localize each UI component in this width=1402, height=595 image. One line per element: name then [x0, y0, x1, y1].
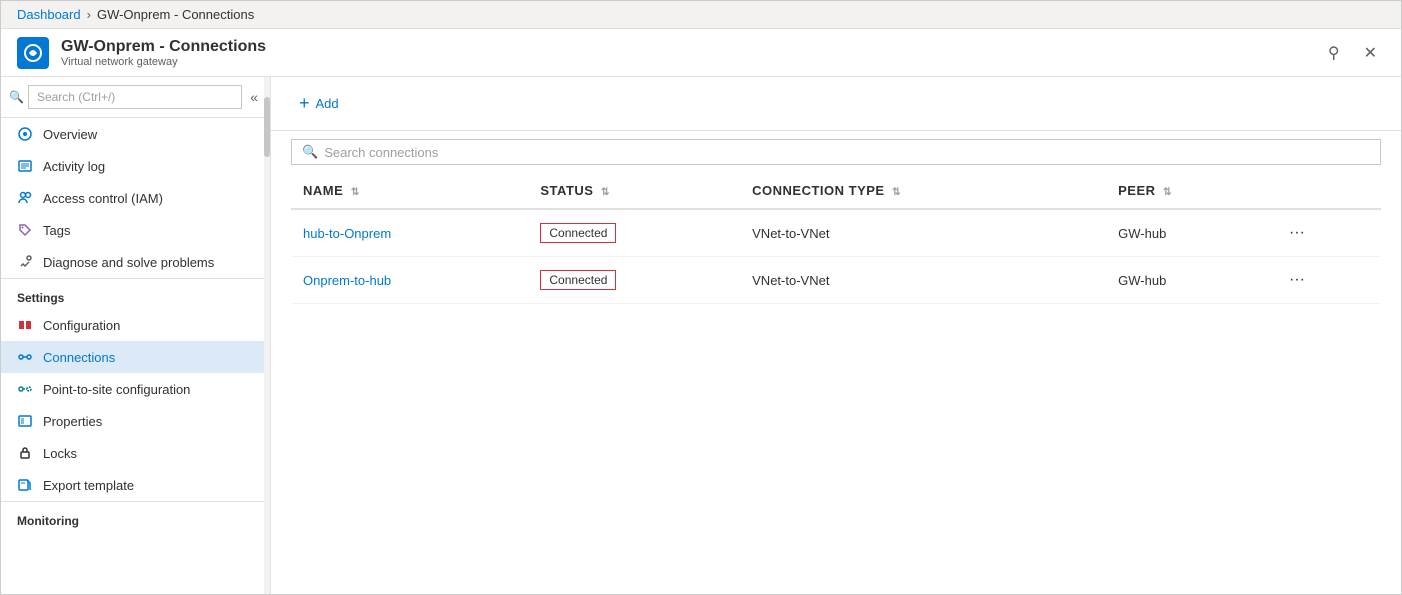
cell-more-1: ··· — [1271, 257, 1381, 304]
add-plus-icon: + — [299, 93, 310, 114]
page-subtitle: Virtual network gateway — [61, 56, 1308, 68]
sidebar-item-label-properties: Properties — [43, 414, 102, 429]
settings-section-label: Settings — [1, 278, 270, 309]
titlebar-text-block: GW-Onprem - Connections Virtual network … — [61, 38, 1308, 68]
sidebar-search-container: 🔍 « — [1, 77, 270, 118]
col-peer-sort-icon: ⇅ — [1163, 187, 1172, 198]
titlebar-actions: ⚲ ✕ — [1320, 39, 1385, 67]
sidebar-item-activity-log[interactable]: Activity log — [1, 150, 270, 182]
col-header-name[interactable]: NAME ⇅ — [291, 173, 528, 209]
col-header-status[interactable]: STATUS ⇅ — [528, 173, 740, 209]
locks-icon — [17, 445, 33, 461]
sidebar-item-locks[interactable]: Locks — [1, 437, 270, 469]
sidebar-item-export-template[interactable]: Export template — [1, 469, 270, 501]
sidebar-item-overview[interactable]: Overview — [1, 118, 270, 150]
col-header-connection-type[interactable]: CONNECTION TYPE ⇅ — [740, 173, 1106, 209]
pin-button[interactable]: ⚲ — [1320, 39, 1348, 67]
titlebar-icon — [17, 37, 49, 69]
connections-icon — [17, 349, 33, 365]
more-actions-button[interactable]: ··· — [1283, 222, 1311, 244]
sidebar-item-label-access-control: Access control (IAM) — [43, 191, 163, 206]
monitoring-section-label: Monitoring — [1, 501, 270, 532]
col-peer-label: PEER — [1118, 183, 1155, 198]
sidebar-item-label-export-template: Export template — [43, 478, 134, 493]
status-badge: Connected — [540, 270, 616, 290]
configuration-icon — [17, 317, 33, 333]
p2s-icon — [17, 381, 33, 397]
sidebar-item-connections[interactable]: Connections — [1, 341, 270, 373]
tags-icon — [17, 222, 33, 238]
connections-table-container: NAME ⇅ STATUS ⇅ CONNECTION TYPE ⇅ — [271, 173, 1401, 594]
cell-name-0[interactable]: hub-to-Onprem — [291, 209, 528, 257]
sidebar-collapse-button[interactable]: « — [246, 87, 262, 107]
sidebar-item-p2s[interactable]: Point-to-site configuration — [1, 373, 270, 405]
overview-icon — [17, 126, 33, 142]
add-button[interactable]: + Add — [291, 89, 347, 118]
page-title: GW-Onprem - Connections — [61, 38, 1308, 56]
diagnose-icon — [17, 254, 33, 270]
sidebar-search-icon: 🔍 — [9, 90, 24, 104]
col-name-label: NAME — [303, 183, 343, 198]
col-header-actions — [1271, 173, 1381, 209]
breadcrumb: Dashboard › GW-Onprem - Connections — [1, 1, 1401, 29]
sidebar-item-label-diagnose: Diagnose and solve problems — [43, 255, 214, 270]
col-status-label: STATUS — [540, 183, 593, 198]
breadcrumb-separator: › — [87, 7, 91, 22]
col-type-sort-icon: ⇅ — [892, 187, 901, 198]
col-status-sort-icon: ⇅ — [601, 187, 610, 198]
export-template-icon — [17, 477, 33, 493]
content-toolbar: + Add — [271, 77, 1401, 131]
sidebar-item-label-connections: Connections — [43, 350, 115, 365]
cell-peer-1: GW-hub — [1106, 257, 1271, 304]
properties-icon — [17, 413, 33, 429]
cell-status-1: Connected — [528, 257, 740, 304]
cell-peer-0: GW-hub — [1106, 209, 1271, 257]
cell-name-1[interactable]: Onprem-to-hub — [291, 257, 528, 304]
sidebar-scrollthumb[interactable] — [264, 97, 270, 157]
sidebar-item-label-configuration: Configuration — [43, 318, 120, 333]
sidebar-search-input[interactable] — [28, 85, 242, 109]
table-row: hub-to-Onprem Connected VNet-to-VNetGW-hub… — [291, 209, 1381, 257]
cell-type-0: VNet-to-VNet — [740, 209, 1106, 257]
more-actions-button[interactable]: ··· — [1283, 269, 1311, 291]
sidebar-item-properties[interactable]: Properties — [1, 405, 270, 437]
sidebar-item-label-overview: Overview — [43, 127, 97, 142]
col-header-peer[interactable]: PEER ⇅ — [1106, 173, 1271, 209]
connections-table: NAME ⇅ STATUS ⇅ CONNECTION TYPE ⇅ — [291, 173, 1381, 304]
breadcrumb-current: GW-Onprem - Connections — [97, 7, 254, 22]
connections-search-icon: 🔍 — [302, 144, 318, 160]
sidebar-item-label-locks: Locks — [43, 446, 77, 461]
sidebar-item-access-control[interactable]: Access control (IAM) — [1, 182, 270, 214]
sidebar-item-label-tags: Tags — [43, 223, 70, 238]
cell-type-1: VNet-to-VNet — [740, 257, 1106, 304]
sidebar-item-configuration[interactable]: Configuration — [1, 309, 270, 341]
sidebar-item-label-p2s: Point-to-site configuration — [43, 382, 190, 397]
sidebar: 🔍 « Overview Activity log — [1, 77, 271, 594]
table-row: Onprem-to-hub Connected VNet-to-VNetGW-hub… — [291, 257, 1381, 304]
col-name-sort-icon: ⇅ — [351, 187, 360, 198]
status-badge: Connected — [540, 223, 616, 243]
activity-log-icon — [17, 158, 33, 174]
main-body: 🔍 « Overview Activity log — [1, 77, 1401, 594]
titlebar: GW-Onprem - Connections Virtual network … — [1, 29, 1401, 77]
sidebar-item-diagnose[interactable]: Diagnose and solve problems — [1, 246, 270, 278]
col-type-label: CONNECTION TYPE — [752, 183, 884, 198]
close-button[interactable]: ✕ — [1356, 39, 1385, 67]
sidebar-scrolltrack — [264, 77, 270, 594]
sidebar-item-label-activity-log: Activity log — [43, 159, 105, 174]
connections-search-input[interactable] — [324, 145, 1370, 160]
access-control-icon — [17, 190, 33, 206]
cell-status-0: Connected — [528, 209, 740, 257]
sidebar-item-tags[interactable]: Tags — [1, 214, 270, 246]
table-header-row: NAME ⇅ STATUS ⇅ CONNECTION TYPE ⇅ — [291, 173, 1381, 209]
add-button-label: Add — [316, 96, 339, 111]
connections-search-bar: 🔍 — [291, 139, 1381, 165]
breadcrumb-dashboard[interactable]: Dashboard — [17, 7, 81, 22]
cell-more-0: ··· — [1271, 209, 1381, 257]
content-area: + Add 🔍 NAME ⇅ — [271, 77, 1401, 594]
